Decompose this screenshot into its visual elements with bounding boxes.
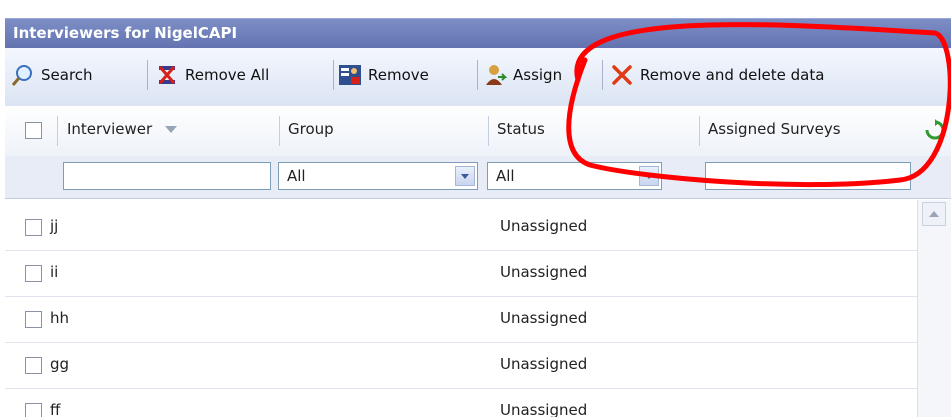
interviewer-status: Unassigned (500, 309, 588, 327)
magnifier-icon (11, 63, 35, 87)
interviewer-name: gg (50, 355, 70, 373)
remove-and-delete-label: Remove and delete data (640, 66, 825, 84)
column-separator (488, 116, 489, 146)
row-checkbox[interactable] (25, 265, 42, 282)
red-x-icon (610, 63, 634, 87)
remove-user-icon (338, 63, 362, 87)
table-row[interactable]: jj Unassigned (5, 204, 917, 251)
chevron-down-icon[interactable] (455, 166, 475, 186)
interviewer-list: jj Unassigned ii Unassigned hh Unassigne… (5, 204, 917, 417)
interviewer-status: Unassigned (500, 217, 588, 235)
assign-button[interactable]: Assign (483, 59, 562, 91)
select-all-checkbox[interactable] (25, 122, 42, 139)
column-separator (57, 116, 58, 146)
row-checkbox[interactable] (25, 311, 42, 328)
remove-label: Remove (368, 66, 429, 84)
search-label: Search (41, 66, 93, 84)
interviewer-header-label: Interviewer (67, 120, 153, 138)
table-row[interactable]: gg Unassigned (5, 342, 917, 389)
toolbar: Search Remove All Remove Assign Remove a… (5, 48, 951, 107)
interviewer-status: Unassigned (500, 401, 588, 417)
toolbar-separator (147, 60, 148, 90)
row-checkbox[interactable] (25, 357, 42, 374)
column-header-interviewer[interactable]: Interviewer (67, 120, 177, 138)
search-button[interactable]: Search (11, 59, 93, 91)
sort-down-icon[interactable] (164, 126, 177, 133)
column-separator (279, 116, 280, 146)
interviewer-name: ff (50, 401, 61, 417)
toolbar-separator (477, 60, 478, 90)
remove-button[interactable]: Remove (338, 59, 429, 91)
status-filter-value: All (496, 167, 515, 185)
status-filter-select[interactable]: All (487, 162, 662, 190)
group-filter-select[interactable]: All (278, 162, 478, 190)
column-header-group[interactable]: Group (288, 120, 334, 138)
interviewer-status: Unassigned (500, 263, 588, 281)
group-filter-value: All (287, 167, 306, 185)
interviewer-filter-input[interactable] (63, 162, 271, 190)
column-header-status[interactable]: Status (497, 120, 545, 138)
assigned-surveys-filter-input[interactable] (705, 162, 911, 190)
vertical-scrollbar[interactable] (917, 200, 951, 417)
column-separator (699, 116, 700, 146)
interviewer-status: Unassigned (500, 355, 588, 373)
interviewer-name: jj (50, 217, 59, 235)
toolbar-separator (602, 60, 603, 90)
column-header-row: Interviewer Group Status Assigned Survey… (5, 106, 951, 156)
panel-title-bar: Interviewers for NigelCAPI (5, 18, 951, 49)
interviewer-name: ii (50, 263, 59, 281)
table-row[interactable]: hh Unassigned (5, 296, 917, 343)
assign-label: Assign (513, 66, 563, 84)
column-header-assigned-surveys[interactable]: Assigned Surveys (708, 120, 841, 138)
table-row[interactable]: ii Unassigned (5, 250, 917, 297)
table-row[interactable]: ff Unassigned (5, 388, 917, 417)
remove-all-icon (155, 63, 179, 87)
remove-all-button[interactable]: Remove All (155, 59, 269, 91)
toolbar-separator (333, 60, 334, 90)
scroll-up-arrow-icon[interactable] (922, 202, 946, 226)
interviewers-panel: Interviewers for NigelCAPI Search Remove… (0, 0, 951, 417)
chevron-down-icon[interactable] (639, 166, 659, 186)
row-checkbox[interactable] (25, 219, 42, 236)
filter-row: All All (5, 156, 951, 199)
remove-and-delete-button[interactable]: Remove and delete data (610, 59, 824, 91)
refresh-icon[interactable] (924, 119, 946, 141)
assign-user-icon (483, 63, 507, 87)
remove-all-label: Remove All (185, 66, 270, 84)
row-checkbox[interactable] (25, 403, 42, 417)
panel-title: Interviewers for NigelCAPI (13, 24, 238, 42)
interviewer-name: hh (50, 309, 70, 327)
